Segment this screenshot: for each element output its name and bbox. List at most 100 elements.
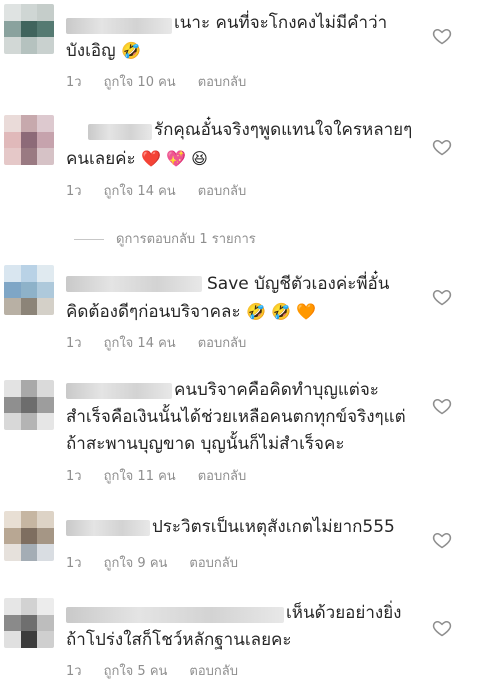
comment-meta: 1ว ถูกใจ 11 คน ตอบกลับ [66, 465, 268, 486]
comment-text: คนเลยค่ะ ❤️ 💖 😆 [66, 145, 208, 173]
avatar-pixel [4, 614, 21, 632]
heart-outline-icon[interactable] [432, 530, 452, 550]
avatar-pixel [20, 380, 38, 397]
avatar[interactable] [4, 115, 54, 165]
comment-meta: 1ว ถูกใจ 9 คน ตอบกลับ [66, 552, 260, 573]
comment-meta: 1ว ถูกใจ 14 คน ตอบกลับ [66, 180, 268, 201]
comment-meta: 1ว ถูกใจ 14 คน ตอบกลับ [66, 332, 268, 353]
avatar-pixel [4, 631, 21, 648]
comment-meta: 1ว ถูกใจ 10 คน ตอบกลับ [66, 71, 268, 92]
avatar-pixel [20, 544, 38, 561]
avatar-pixel [20, 396, 38, 414]
comment-text: Save บัญชีตัวเองค่ะพี่อั๋น [207, 274, 390, 294]
avatar-pixel [20, 413, 38, 430]
likes-count[interactable]: ถูกใจ 14 คน [104, 184, 176, 199]
avatar-pixel [4, 115, 21, 132]
view-replies-button[interactable]: ดูการตอบกลับ 1 รายการ [74, 228, 256, 249]
avatar-pixel [4, 527, 21, 545]
avatar-pixel [20, 614, 38, 632]
avatar-pixel [4, 598, 21, 615]
avatar-pixel [37, 396, 54, 414]
avatar-pixel [20, 265, 38, 282]
comment-time: 1ว [66, 664, 82, 679]
avatar-pixel [37, 148, 54, 165]
avatar-pixel [37, 265, 54, 282]
emoji: 🤣 [121, 41, 141, 60]
avatar[interactable] [4, 511, 54, 561]
avatar-pixel [37, 380, 54, 397]
emoji: ❤️ 💖 😆 [141, 149, 208, 168]
avatar[interactable] [4, 4, 54, 54]
reply-button[interactable]: ตอบกลับ [189, 556, 238, 571]
reply-button[interactable]: ตอบกลับ [198, 184, 247, 199]
avatar-pixel [37, 37, 54, 54]
heart-outline-icon[interactable] [432, 396, 452, 416]
replies-divider [74, 239, 104, 240]
reply-button[interactable]: ตอบกลับ [189, 664, 238, 679]
comment-time: 1ว [66, 75, 82, 90]
avatar-pixel [20, 598, 38, 615]
avatar-pixel [37, 20, 54, 38]
avatar-pixel [4, 511, 21, 528]
likes-count[interactable]: ถูกใจ 14 คน [104, 336, 176, 351]
avatar-pixel [20, 281, 38, 299]
username-blurred[interactable] [66, 607, 284, 623]
username-blurred[interactable] [66, 18, 172, 34]
avatar[interactable] [4, 265, 54, 315]
avatar-pixel [4, 396, 21, 414]
comment-meta: 1ว ถูกใจ 5 คน ตอบกลับ [66, 660, 260, 681]
reply-button[interactable]: ตอบกลับ [198, 469, 247, 484]
likes-count[interactable]: ถูกใจ 9 คน [104, 556, 168, 571]
heart-outline-icon[interactable] [432, 287, 452, 307]
avatar-pixel [20, 631, 38, 648]
username-blurred[interactable] [88, 124, 152, 140]
avatar-pixel [20, 148, 38, 165]
username-blurred[interactable] [66, 520, 150, 536]
comment-text: เนาะ คนที่จะโกงคงไม่มีคำว่า [174, 13, 388, 33]
avatar-pixel [37, 281, 54, 299]
username-blurred[interactable] [66, 383, 172, 399]
avatar-pixel [4, 544, 21, 561]
reply-button[interactable]: ตอบกลับ [198, 75, 247, 90]
avatar-pixel [4, 37, 21, 54]
avatar-pixel [20, 298, 38, 315]
avatar[interactable] [4, 598, 54, 648]
likes-count[interactable]: ถูกใจ 10 คน [104, 75, 176, 90]
avatar-pixel [37, 631, 54, 648]
comment-text: ถ้าโปร่งใสก็โชว์หลักฐานเลยคะ [66, 630, 292, 650]
avatar-pixel [20, 37, 38, 54]
avatar-pixel [4, 131, 21, 149]
comment-text: รักคุณอั๋นจริงๆพูดแทนใจใครหลายๆ [154, 120, 413, 140]
avatar-pixel [37, 544, 54, 561]
reply-button[interactable]: ตอบกลับ [198, 336, 247, 351]
heart-outline-icon[interactable] [432, 26, 452, 46]
avatar-pixel [37, 4, 54, 21]
comment-time: 1ว [66, 556, 82, 571]
comment-text: คนบริจาคคือคิดทำบุญแต่จะ [174, 380, 379, 400]
avatar[interactable] [4, 380, 54, 430]
comment-time: 1ว [66, 469, 82, 484]
heart-outline-icon[interactable] [432, 137, 452, 157]
likes-count[interactable]: ถูกใจ 11 คน [104, 469, 176, 484]
view-replies-label: ดูการตอบกลับ 1 รายการ [116, 232, 256, 247]
avatar-pixel [4, 281, 21, 299]
avatar-pixel [4, 380, 21, 397]
avatar-pixel [37, 131, 54, 149]
avatar-pixel [4, 413, 21, 430]
avatar-pixel [20, 527, 38, 545]
avatar-pixel [20, 115, 38, 132]
username-blurred[interactable] [66, 276, 202, 292]
comment-time: 1ว [66, 184, 82, 199]
avatar-pixel [20, 20, 38, 38]
avatar-pixel [37, 527, 54, 545]
avatar-pixel [37, 511, 54, 528]
avatar-pixel [37, 115, 54, 132]
avatar-pixel [37, 598, 54, 615]
avatar-pixel [20, 131, 38, 149]
avatar-pixel [37, 614, 54, 632]
likes-count[interactable]: ถูกใจ 5 คน [104, 664, 168, 679]
avatar-pixel [20, 4, 38, 21]
avatar-pixel [20, 511, 38, 528]
heart-outline-icon[interactable] [432, 618, 452, 638]
avatar-pixel [37, 413, 54, 430]
